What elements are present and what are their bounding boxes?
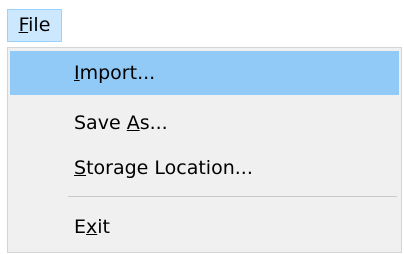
menu-item-save-as-pre: Save bbox=[74, 112, 127, 134]
menu-separator bbox=[68, 196, 397, 197]
menu-item-save-as-label: s... bbox=[139, 112, 168, 134]
menu-item-exit-mnemonic: x bbox=[86, 216, 98, 238]
file-menu-label: ile bbox=[28, 14, 51, 36]
menu-item-save-as-mnemonic: A bbox=[126, 112, 140, 134]
menu-item-storage-location-label: torage Location... bbox=[86, 157, 253, 179]
file-menu[interactable]: File bbox=[7, 9, 62, 42]
menu-bar: File bbox=[0, 0, 404, 48]
menu-item-import[interactable]: Import... bbox=[10, 51, 399, 95]
menu-item-import-label: mport... bbox=[79, 62, 156, 84]
menu-item-storage-location[interactable]: Storage Location... bbox=[10, 146, 399, 190]
file-menu-mnemonic: F bbox=[18, 14, 29, 36]
menu-item-exit-label: it bbox=[97, 216, 110, 238]
file-dropdown-menu: Import... Save As... Storage Location...… bbox=[7, 47, 402, 253]
menu-item-storage-location-mnemonic: S bbox=[74, 157, 87, 179]
menu-item-exit-pre: E bbox=[74, 216, 87, 238]
menu-item-exit[interactable]: Exit bbox=[10, 205, 399, 249]
menu-item-save-as[interactable]: Save As... bbox=[10, 101, 399, 145]
